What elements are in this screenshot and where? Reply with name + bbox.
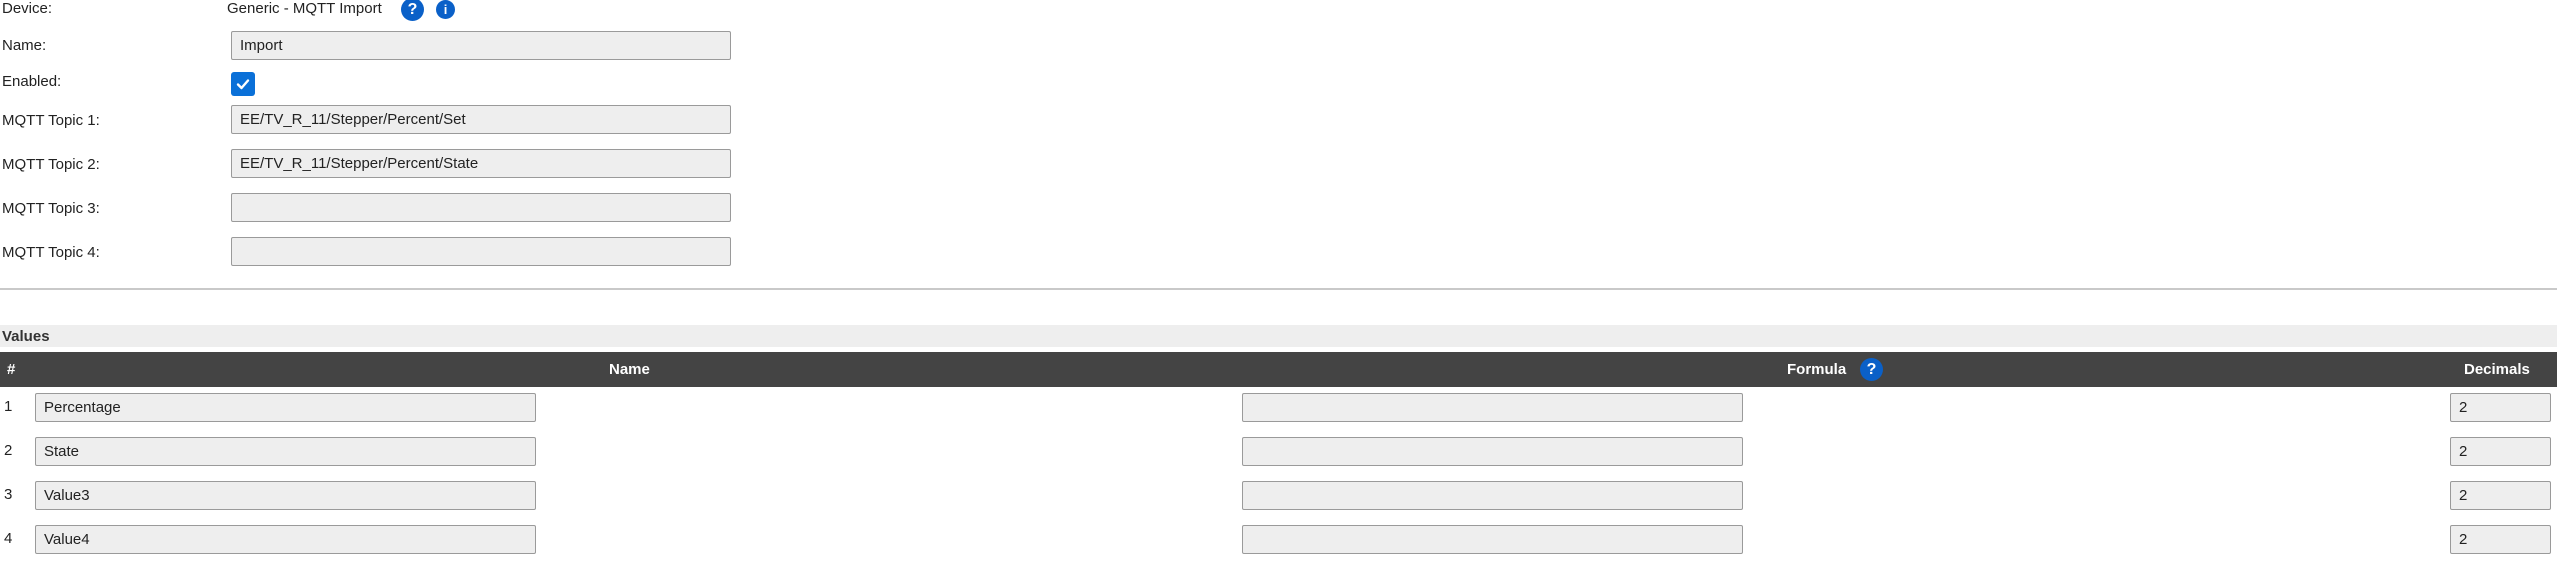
col-header-num: #	[7, 361, 16, 378]
row-number: 1	[4, 398, 13, 415]
values-title: Values	[2, 328, 50, 345]
mqtt-topic-2-input[interactable]	[231, 149, 731, 178]
col-header-decimals: Decimals	[2464, 361, 2530, 378]
enabled-checkbox[interactable]	[231, 72, 255, 96]
values-section-header: Values	[0, 325, 2557, 347]
values-table-header: # Name Formula ? Decimals	[0, 352, 2557, 387]
table-row: 3	[0, 475, 2557, 519]
mqtt-topic-2-row: MQTT Topic 2:	[0, 148, 2557, 180]
name-row: Name:	[0, 30, 2557, 62]
name-label: Name:	[2, 37, 47, 54]
value-name-input[interactable]	[35, 393, 536, 422]
value-decimals-input[interactable]	[2450, 481, 2551, 510]
mqtt-topic-4-input[interactable]	[231, 237, 731, 266]
formula-help-icon[interactable]: ?	[1860, 358, 1883, 381]
section-divider	[0, 288, 2557, 290]
table-row: 4	[0, 519, 2557, 563]
col-header-formula: Formula	[1787, 361, 1847, 378]
value-decimals-input[interactable]	[2450, 525, 2551, 554]
enabled-row: Enabled:	[0, 68, 2557, 100]
mqtt-topic-3-row: MQTT Topic 3:	[0, 192, 2557, 224]
table-row: 2	[0, 431, 2557, 475]
mqtt-topic-1-row: MQTT Topic 1:	[0, 104, 2557, 136]
device-row: Device: Generic - MQTT Import ? i	[0, 0, 2557, 22]
value-formula-input[interactable]	[1242, 525, 1743, 554]
row-number: 2	[4, 442, 13, 459]
name-input[interactable]	[231, 31, 731, 60]
table-row: 1	[0, 387, 2557, 431]
value-name-input[interactable]	[35, 525, 536, 554]
mqtt-topic-3-input[interactable]	[231, 193, 731, 222]
value-formula-input[interactable]	[1242, 393, 1743, 422]
value-formula-input[interactable]	[1242, 481, 1743, 510]
mqtt-topic-1-label: MQTT Topic 1:	[2, 112, 100, 129]
device-value: Generic - MQTT Import	[227, 0, 382, 17]
value-formula-input[interactable]	[1242, 437, 1743, 466]
mqtt-topic-4-row: MQTT Topic 4:	[0, 236, 2557, 268]
mqtt-topic-1-input[interactable]	[231, 105, 731, 134]
help-icon[interactable]: ?	[401, 0, 424, 21]
value-decimals-input[interactable]	[2450, 437, 2551, 466]
mqtt-topic-4-label: MQTT Topic 4:	[2, 244, 100, 261]
enabled-label: Enabled:	[2, 73, 62, 90]
value-decimals-input[interactable]	[2450, 393, 2551, 422]
checkmark-icon	[236, 79, 250, 90]
device-label: Device:	[2, 0, 53, 17]
value-name-input[interactable]	[35, 481, 536, 510]
mqtt-topic-3-label: MQTT Topic 3:	[2, 200, 100, 217]
row-number: 4	[4, 530, 13, 547]
info-icon[interactable]: i	[436, 0, 455, 19]
value-name-input[interactable]	[35, 437, 536, 466]
row-number: 3	[4, 486, 13, 503]
mqtt-topic-2-label: MQTT Topic 2:	[2, 156, 100, 173]
col-header-name: Name	[609, 361, 650, 378]
